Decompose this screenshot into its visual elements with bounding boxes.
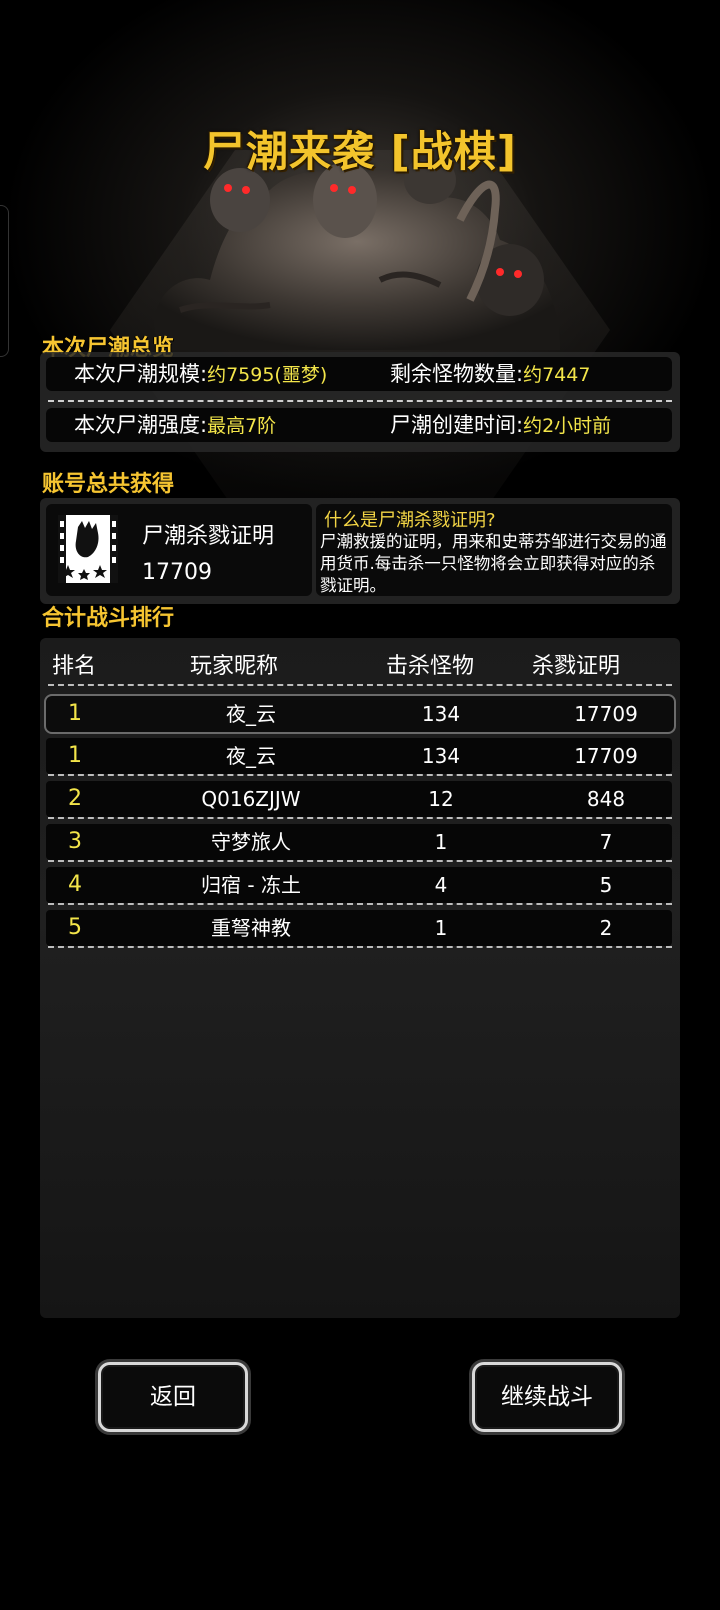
reward-info-box: 什么是尸潮杀戮证明? 尸潮救援的证明，用来和史蒂芬邹进行交易的通用货币.每击杀一…	[316, 504, 672, 596]
strength-label: 本次尸潮强度:	[74, 413, 208, 437]
row-rank: 3	[68, 829, 82, 854]
remaining-label: 剩余怪物数量:	[390, 362, 524, 386]
header-rank: 排名	[52, 654, 97, 679]
strength-stat: 本次尸潮强度:最高7阶	[74, 408, 276, 443]
reward-info-text: 尸潮救援的证明，用来和史蒂芬邹进行交易的通用货币.每击杀一只怪物将会立即获得对应…	[320, 532, 667, 595]
created-label: 尸潮创建时间:	[390, 413, 524, 437]
row-proof: 5	[599, 873, 613, 897]
row-divider	[48, 860, 672, 862]
table-row[interactable]: 4 归宿 - 冻土 4 5	[46, 867, 672, 903]
row-kills: 1	[434, 830, 448, 854]
row-proof: 7	[599, 830, 613, 854]
row-name: 归宿 - 冻土	[201, 873, 301, 897]
scale-stat: 本次尸潮规模:约7595(噩梦)	[74, 357, 327, 392]
table-row[interactable]: 2 Q016ZJJW 12 848	[46, 781, 672, 817]
kill-proof-certificate-icon	[58, 515, 118, 583]
row-name: 重弩神教	[211, 916, 291, 940]
row-rank: 2	[68, 786, 82, 811]
continue-battle-button[interactable]: 继续战斗	[472, 1362, 622, 1432]
strength-value: 最高7阶	[207, 415, 277, 437]
row-name: 夜_云	[226, 744, 276, 768]
header-name: 玩家昵称	[190, 654, 279, 679]
created-value: 约2小时前	[523, 415, 612, 437]
row-proof: 848	[586, 787, 626, 811]
ranking-header: 排名 玩家昵称 击杀怪物 杀戮证明	[40, 638, 680, 688]
my-proof: 17709	[574, 702, 638, 726]
row-divider	[48, 946, 672, 948]
header-kills: 击杀怪物	[386, 654, 475, 679]
reward-info-question: 什么是尸潮杀戮证明?	[324, 510, 496, 531]
zombie-horde-art	[154, 160, 560, 350]
table-row[interactable]: 1 夜_云 134 17709	[46, 738, 672, 774]
back-button[interactable]: 返回	[98, 1362, 248, 1432]
row-proof: 2	[599, 916, 613, 940]
my-rank-row[interactable]: 1 夜_云 134 17709	[44, 694, 676, 734]
row-kills: 12	[428, 787, 454, 811]
reward-name: 尸潮杀戮证明	[142, 524, 275, 549]
row-divider	[48, 817, 672, 819]
account-section-title: 账号总共获得	[42, 472, 175, 497]
row-kills: 4	[434, 873, 448, 897]
row-name: 守梦旅人	[211, 830, 291, 854]
header-proof: 杀戮证明	[532, 654, 621, 679]
row-proof: 17709	[574, 744, 638, 768]
header-divider	[48, 684, 672, 686]
my-name: 夜_云	[226, 702, 276, 726]
ranking-section-title: 合计战斗排行	[42, 606, 175, 631]
reward-box[interactable]: 尸潮杀戮证明 17709	[46, 504, 312, 596]
scale-label: 本次尸潮规模:	[74, 362, 208, 386]
table-row[interactable]: 5 重弩神教 1 2	[46, 910, 672, 946]
row-rank: 4	[68, 872, 82, 897]
row-rank: 5	[68, 915, 82, 940]
row-name: Q016ZJJW	[201, 787, 301, 811]
scale-value: 约7595(噩梦)	[207, 364, 328, 386]
created-stat: 尸潮创建时间:约2小时前	[390, 408, 611, 443]
row-divider	[48, 903, 672, 905]
remaining-stat: 剩余怪物数量:约7447	[390, 357, 590, 392]
side-handle[interactable]	[0, 205, 9, 357]
remaining-value: 约7447	[523, 364, 591, 386]
overview-row-2: 本次尸潮强度:最高7阶 尸潮创建时间:约2小时前	[46, 408, 672, 442]
overview-row-1: 本次尸潮规模:约7595(噩梦) 剩余怪物数量:约7447	[46, 357, 672, 391]
page-title: 尸潮来袭 [战棋]	[202, 127, 517, 176]
row-kills: 134	[421, 744, 461, 768]
row-kills: 1	[434, 916, 448, 940]
row-divider	[48, 774, 672, 776]
table-row[interactable]: 3 守梦旅人 1 7	[46, 824, 672, 860]
my-rank: 1	[68, 701, 82, 726]
reward-count: 17709	[142, 560, 212, 585]
row-rank: 1	[68, 743, 82, 768]
overview-divider	[48, 400, 672, 402]
my-kills: 134	[421, 702, 461, 726]
